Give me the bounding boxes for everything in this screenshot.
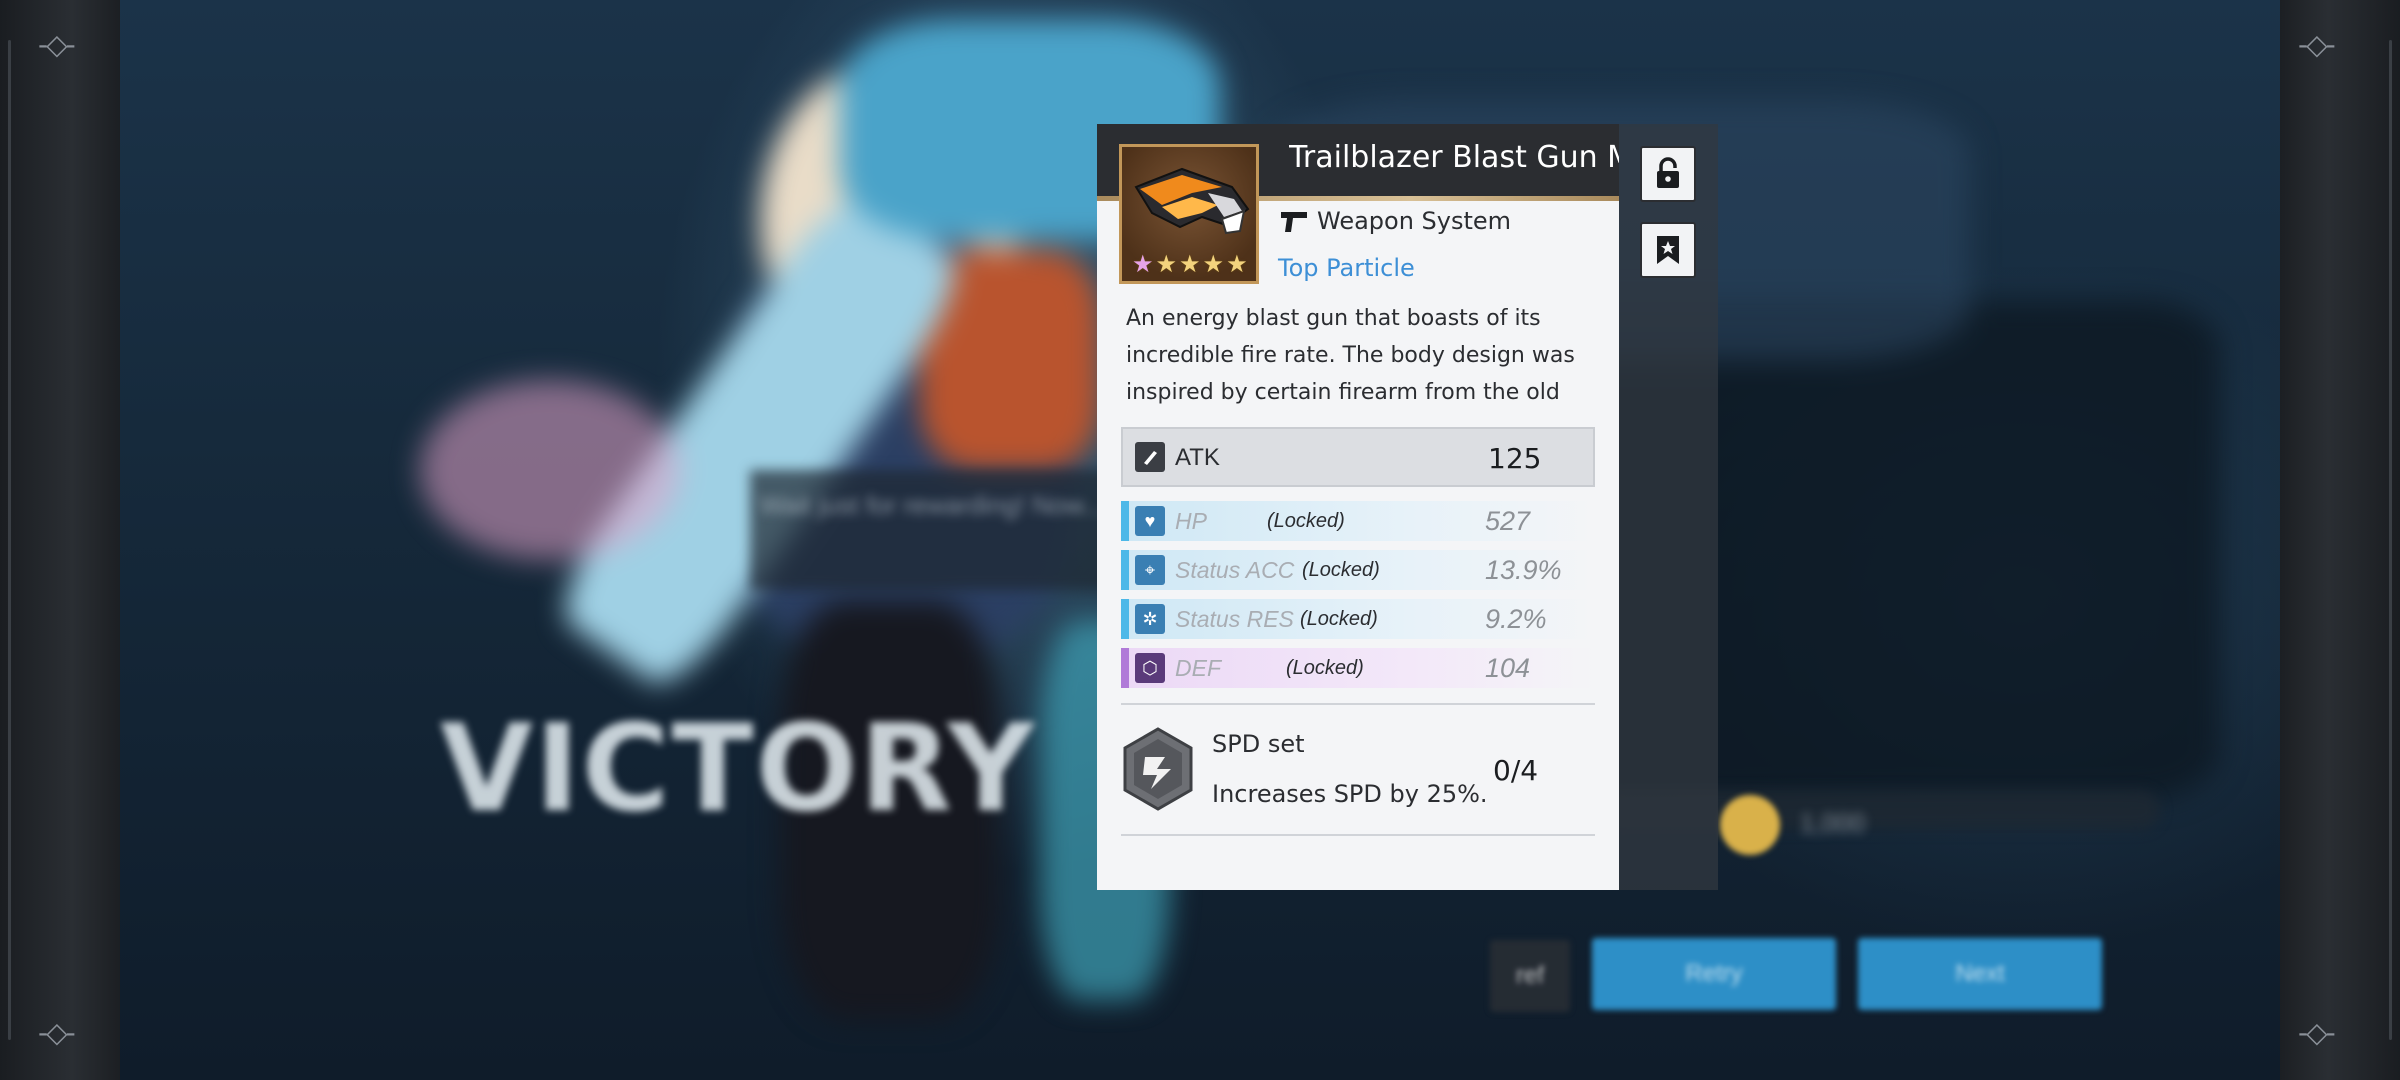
- substat-value: 9.2%: [1485, 604, 1547, 634]
- atk-icon: [1135, 442, 1165, 472]
- frame-ornament-icon: -◇-: [2298, 28, 2336, 61]
- substat-label: Status ACC: [1175, 557, 1295, 583]
- main-stat-label: ATK: [1175, 444, 1220, 471]
- set-name: SPD set: [1212, 730, 1305, 758]
- description-line: An energy blast gun that boasts of its: [1126, 306, 1541, 331]
- star-icon: ★: [1155, 251, 1178, 278]
- bookmark-star-icon: [1657, 236, 1679, 264]
- set-description: Increases SPD by 25%.: [1212, 780, 1488, 808]
- next-button[interactable]: Next: [1858, 938, 2102, 1010]
- item-description: An energy blast gun that boasts of its i…: [1126, 300, 1596, 411]
- hexagon-icon: ⬡: [1135, 653, 1165, 683]
- rarity-stars: ★ ★ ★ ★ ★: [1132, 253, 1248, 277]
- shield-gear-icon: ✲: [1135, 604, 1165, 634]
- substat-value: 13.9%: [1485, 555, 1562, 585]
- victory-title: VICTORY: [440, 700, 1037, 839]
- frame-ornament-icon: -◇-: [2298, 1016, 2336, 1049]
- item-detail-card: Trailblazer Blast Gun M ★ ★ ★ ★ ★ Weapon…: [1097, 124, 1619, 890]
- item-name: Trailblazer Blast Gun M: [1289, 140, 1619, 175]
- substat-label: Status RES: [1175, 606, 1294, 632]
- substat-lock-status: (Locked): [1267, 510, 1345, 532]
- description-line: incredible fire rate. The body design wa…: [1126, 343, 1575, 368]
- star-icon: ★: [1132, 251, 1154, 278]
- substat-label: HP: [1175, 508, 1207, 534]
- item-thumbnail: ★ ★ ★ ★ ★: [1119, 144, 1259, 284]
- item-rarity: Top Particle: [1278, 254, 1415, 282]
- blurred-dialog-text: Wait just for rewarding! Now...: [760, 490, 1105, 520]
- main-stat-value: 125: [1488, 442, 1542, 475]
- retry-button[interactable]: Retry: [1592, 938, 1836, 1010]
- substat-value: 104: [1485, 653, 1531, 683]
- blast-gun-icon: [1134, 167, 1250, 235]
- right-frame: -◇- -◇-: [2280, 0, 2400, 1080]
- divider: [1121, 834, 1595, 836]
- substat-row-hp: ♥ HP (Locked) 527: [1121, 501, 1595, 541]
- frame-ornament-icon: -◇-: [38, 28, 76, 61]
- set-progress: 0/4: [1493, 754, 1539, 787]
- frame-ornament-icon: -◇-: [38, 1016, 76, 1049]
- substat-value: 527: [1485, 506, 1531, 536]
- star-icon: ★: [1226, 251, 1248, 278]
- substat-lock-status: (Locked): [1300, 608, 1378, 630]
- unlock-icon: [1657, 157, 1679, 188]
- main-stat-row: ATK 125: [1121, 427, 1595, 487]
- item-type-label: Weapon System: [1317, 207, 1512, 235]
- pistol-icon: [1281, 212, 1307, 232]
- substat-lock-status: (Locked): [1286, 657, 1364, 679]
- substat-label: DEF: [1175, 655, 1221, 681]
- bookmark-button[interactable]: [1640, 222, 1696, 278]
- star-icon: ★: [1179, 251, 1201, 278]
- substat-row-status-res: ✲ Status RES (Locked) 9.2%: [1121, 599, 1595, 639]
- speed-set-icon: [1121, 727, 1195, 811]
- substat-row-def: ⬡ DEF (Locked) 104: [1121, 648, 1595, 688]
- blurred-button-ref[interactable]: ref: [1490, 940, 1570, 1012]
- lock-toggle-button[interactable]: [1640, 146, 1696, 202]
- description-line: inspired by certain firearm from the old: [1126, 380, 1560, 405]
- substat-lock-status: (Locked): [1302, 559, 1380, 581]
- item-type: Weapon System: [1279, 207, 1511, 235]
- star-icon: ★: [1202, 251, 1225, 278]
- substat-row-status-acc: ⌖ Status ACC (Locked) 13.9%: [1121, 550, 1595, 590]
- crosshair-icon: ⌖: [1135, 555, 1165, 585]
- left-frame: -◇- -◇-: [0, 0, 120, 1080]
- heart-icon: ♥: [1135, 506, 1165, 536]
- divider: [1121, 703, 1595, 705]
- coin-value: 1,000: [1800, 808, 1866, 838]
- coin-icon: [1720, 795, 1780, 855]
